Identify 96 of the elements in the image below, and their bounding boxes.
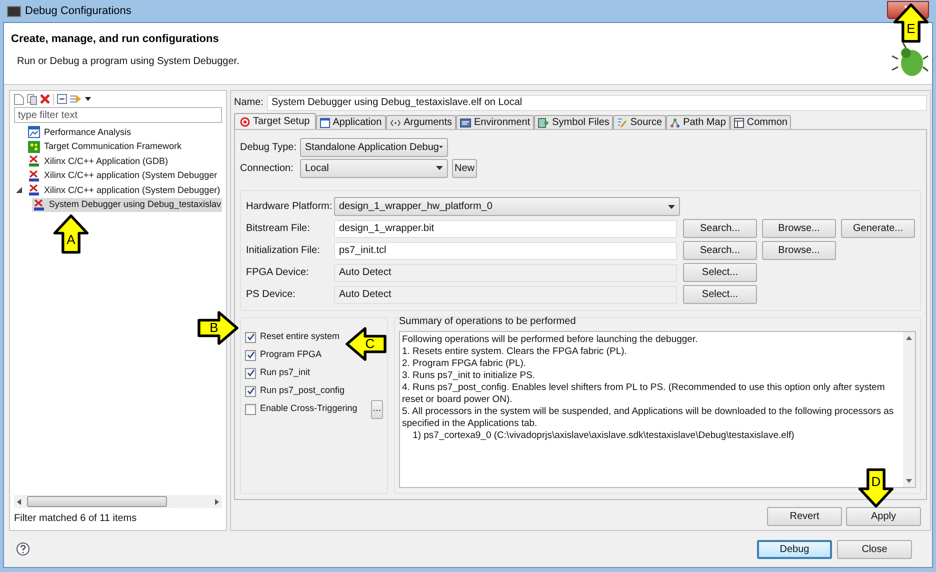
name-field[interactable]: System Debugger using Debug_testaxislave.elf on Local	[267, 94, 927, 110]
dropdown-arrow-icon	[668, 204, 675, 208]
xilinx-tcf-icon	[32, 198, 45, 211]
tab[interactable]: Target Setup	[234, 113, 316, 129]
field-label: Hardware Platform:	[246, 200, 334, 214]
tab[interactable]: Common	[730, 115, 792, 129]
debug-type-label: Debug Type:	[240, 140, 296, 154]
window-title: Debug Configurations	[25, 4, 132, 19]
tab[interactable]: Application	[316, 115, 386, 129]
checkbox[interactable]	[245, 368, 256, 378]
tab[interactable]: Source	[613, 115, 666, 129]
field-label: PS Device:	[246, 288, 296, 302]
action-button[interactable]: Select...	[683, 285, 757, 304]
hardware-platform-dropdown[interactable]: design_1_wrapper_hw_platform_0	[334, 197, 680, 216]
vertical-scrollbar[interactable]	[903, 332, 915, 487]
action-button[interactable]: Search...	[683, 219, 757, 238]
scroll-up-icon[interactable]	[906, 336, 912, 340]
callout-arrow: E	[893, 3, 929, 43]
duplicate-icon[interactable]	[27, 94, 37, 104]
environment-icon	[460, 118, 471, 128]
source-icon	[617, 118, 628, 128]
checkbox-label: Reset entire system	[260, 330, 340, 344]
checkbox[interactable]	[245, 404, 256, 414]
checkbox-label: Run ps7_init	[260, 366, 310, 380]
xilinx-gdb-icon	[28, 155, 40, 168]
tree-item[interactable]: System Debugger using Debug_testaxislav	[32, 198, 222, 212]
readonly-field: Auto Detect	[334, 264, 677, 282]
collapse-all-icon[interactable]	[57, 94, 67, 104]
debug-type-dropdown[interactable]: Standalone Application Debug	[300, 138, 448, 156]
checkbox-label: Run ps7_post_config	[260, 384, 345, 398]
network-grid-icon	[28, 140, 40, 153]
action-button[interactable]: Browse...	[762, 219, 836, 238]
dialog-heading: Create, manage, and run configurations	[11, 32, 220, 47]
action-button[interactable]: Generate...	[841, 219, 915, 238]
arguments-icon	[390, 118, 401, 128]
xilinx-tcf-icon	[28, 170, 40, 182]
checkbox-label: Program FPGA	[260, 348, 322, 362]
checkbox-label: Enable Cross-Triggering	[260, 402, 358, 416]
checkbox[interactable]	[245, 386, 256, 396]
dropdown-arrow-icon	[439, 145, 443, 149]
name-label: Name:	[234, 96, 264, 110]
path-field[interactable]: design_1_wrapper.bit	[334, 220, 677, 238]
readonly-field: Auto Detect	[334, 286, 677, 304]
field-label: FPGA Device:	[246, 266, 310, 280]
tree-item[interactable]: Performance Analysis	[27, 126, 132, 139]
callout-arrow: D	[858, 468, 894, 508]
filter-field[interactable]: type filter text	[14, 107, 222, 123]
tab[interactable]: Arguments	[386, 115, 456, 129]
window-icon	[320, 118, 330, 128]
field-label: Initialization File:	[246, 244, 321, 258]
scroll-left-icon[interactable]	[17, 498, 21, 504]
chart-window-icon	[28, 126, 40, 138]
more-button[interactable]: ...	[371, 400, 383, 418]
connection-dropdown[interactable]: Local	[300, 158, 448, 178]
form-button[interactable]: Apply	[846, 507, 921, 526]
callout-arrow: C	[346, 326, 386, 362]
callout-arrow: A	[53, 214, 89, 254]
action-button[interactable]: Browse...	[762, 241, 836, 260]
path-map-icon	[670, 118, 680, 128]
tree-item[interactable]: Xilinx C/C++ application (System Debugger)	[27, 184, 222, 197]
scrollbar-thumb[interactable]	[27, 496, 167, 507]
scroll-right-icon[interactable]	[215, 498, 219, 504]
connection-label: Connection:	[240, 162, 294, 176]
tab[interactable]: Environment	[456, 115, 534, 129]
dropdown-arrow-icon[interactable]	[85, 97, 91, 101]
checkbox[interactable]	[245, 350, 256, 360]
field-label: Bitstream File:	[246, 222, 311, 236]
new-button[interactable]: New	[452, 158, 477, 178]
table-icon	[734, 118, 744, 128]
tree-item[interactable]: Xilinx C/C++ Application (GDB)	[27, 154, 170, 168]
new-file-icon[interactable]	[14, 94, 24, 104]
tab[interactable]: Symbol Files	[534, 115, 614, 129]
action-button[interactable]: Select...	[683, 263, 757, 282]
delete-icon[interactable]	[40, 94, 50, 104]
checkbox[interactable]	[245, 332, 256, 342]
dialog-button[interactable]: Close	[837, 540, 912, 558]
symbol-files-icon	[538, 118, 550, 128]
tree-item[interactable]: Target Communication Framework	[27, 140, 183, 154]
target-icon	[240, 116, 250, 126]
collapse-triangle-icon[interactable]	[16, 187, 22, 194]
dropdown-arrow-icon	[436, 166, 443, 170]
app-logo-icon	[7, 6, 21, 16]
tab[interactable]: Path Map	[666, 115, 730, 129]
dialog-description: Run or Debug a program using System Debugger.	[16, 54, 240, 68]
filter-status: Filter matched 6 of 11 items	[13, 512, 138, 526]
dialog-button[interactable]: Debug	[757, 540, 832, 558]
action-button[interactable]: Search...	[683, 241, 757, 260]
help-icon[interactable]	[16, 542, 30, 556]
callout-arrow: B	[198, 310, 238, 346]
form-button[interactable]: Revert	[767, 507, 842, 526]
summary-title: Summary of operations to be performed	[399, 315, 577, 329]
xilinx-tcf-icon	[28, 184, 40, 196]
scroll-down-icon[interactable]	[906, 479, 912, 483]
tree-item[interactable]: Xilinx C/C++ application (System Debugger	[27, 169, 218, 182]
path-field[interactable]: ps7_init.tcl	[334, 242, 677, 260]
horizontal-scrollbar[interactable]	[14, 495, 222, 508]
